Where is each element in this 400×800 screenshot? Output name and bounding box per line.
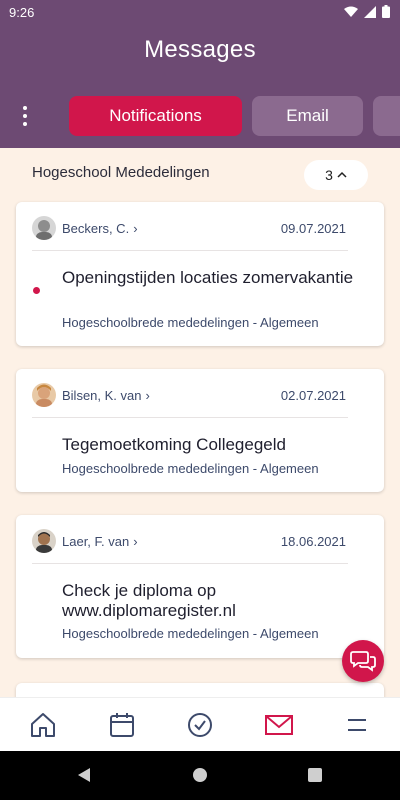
menu-icon xyxy=(348,719,366,731)
chevron-up-icon xyxy=(337,171,347,178)
tab-bar: Notifications Email xyxy=(0,94,400,138)
message-count: 3 xyxy=(325,167,333,183)
nav-calendar[interactable] xyxy=(107,710,137,740)
message-subtitle: Hogeschoolbrede mededelingen - Algemeen xyxy=(62,315,319,330)
message-date: 09.07.2021 xyxy=(280,221,346,236)
message-card[interactable]: Laer, F. van › 18.06.2021 Check je diplom… xyxy=(16,515,384,658)
bottom-navigation xyxy=(0,697,400,751)
nav-messages[interactable] xyxy=(264,710,294,740)
message-title: Tegemoetkoming Collegegeld xyxy=(62,435,286,454)
chevron-right-icon: › xyxy=(133,221,138,236)
chevron-right-icon: › xyxy=(145,388,150,403)
mail-icon xyxy=(265,715,293,735)
nav-menu[interactable] xyxy=(342,710,372,740)
avatar xyxy=(32,216,56,240)
tab-email[interactable]: Email xyxy=(252,96,363,136)
message-card[interactable]: Beckers, C. › 09.07.2021 Openingstijden l… xyxy=(16,202,384,346)
message-title: Openingstijden locaties zomervakantie xyxy=(62,268,354,287)
nav-home[interactable] xyxy=(28,710,58,740)
signal-icon xyxy=(364,5,376,18)
more-options-icon[interactable] xyxy=(17,104,33,128)
sender-link[interactable]: Laer, F. van › xyxy=(62,534,138,549)
section-title: Hogeschool Mededelingen xyxy=(32,164,210,181)
collapse-count-button[interactable]: 3 xyxy=(304,160,368,190)
tab-overflow[interactable] xyxy=(373,96,400,136)
home-icon xyxy=(31,713,55,737)
calendar-icon xyxy=(110,713,134,737)
tab-notifications[interactable]: Notifications xyxy=(69,96,242,136)
check-circle-icon xyxy=(188,713,212,737)
home-button-icon[interactable] xyxy=(193,768,207,782)
message-header: Bilsen, K. van › 02.07.2021 xyxy=(32,383,368,411)
message-title: Check je diploma op www.diplomaregister.… xyxy=(62,581,236,620)
unread-indicator xyxy=(33,287,40,294)
message-subtitle: Hogeschoolbrede mededelingen - Algemeen xyxy=(62,626,319,641)
message-date: 18.06.2021 xyxy=(280,534,346,549)
page-title: Messages xyxy=(144,36,256,63)
message-header: Laer, F. van › 18.06.2021 xyxy=(32,529,368,557)
status-icons xyxy=(344,5,390,18)
system-navigation xyxy=(0,751,400,800)
avatar xyxy=(32,383,56,407)
divider xyxy=(32,563,348,564)
sender-link[interactable]: Beckers, C. › xyxy=(62,221,138,236)
avatar xyxy=(32,529,56,553)
message-subtitle: Hogeschoolbrede mededelingen - Algemeen xyxy=(62,461,319,476)
divider xyxy=(32,417,348,418)
nav-tasks[interactable] xyxy=(185,710,215,740)
chat-bubbles-icon xyxy=(350,651,376,672)
recent-apps-icon[interactable] xyxy=(308,768,322,782)
chevron-right-icon: › xyxy=(133,534,138,549)
battery-icon xyxy=(382,5,390,18)
back-icon[interactable] xyxy=(76,767,92,783)
wifi-icon xyxy=(344,6,358,17)
message-header: Beckers, C. › 09.07.2021 xyxy=(32,216,368,244)
status-time: 9:26 xyxy=(9,5,35,20)
app-header: 9:26 Messages Notifications Email xyxy=(0,0,400,148)
status-bar: 9:26 xyxy=(0,0,400,26)
message-card[interactable]: Bilsen, K. van › 02.07.2021 Tegemoetkomin… xyxy=(16,369,384,492)
message-date: 02.07.2021 xyxy=(280,388,346,403)
sender-link[interactable]: Bilsen, K. van › xyxy=(62,388,150,403)
chat-button[interactable] xyxy=(342,640,384,682)
divider xyxy=(32,250,348,251)
